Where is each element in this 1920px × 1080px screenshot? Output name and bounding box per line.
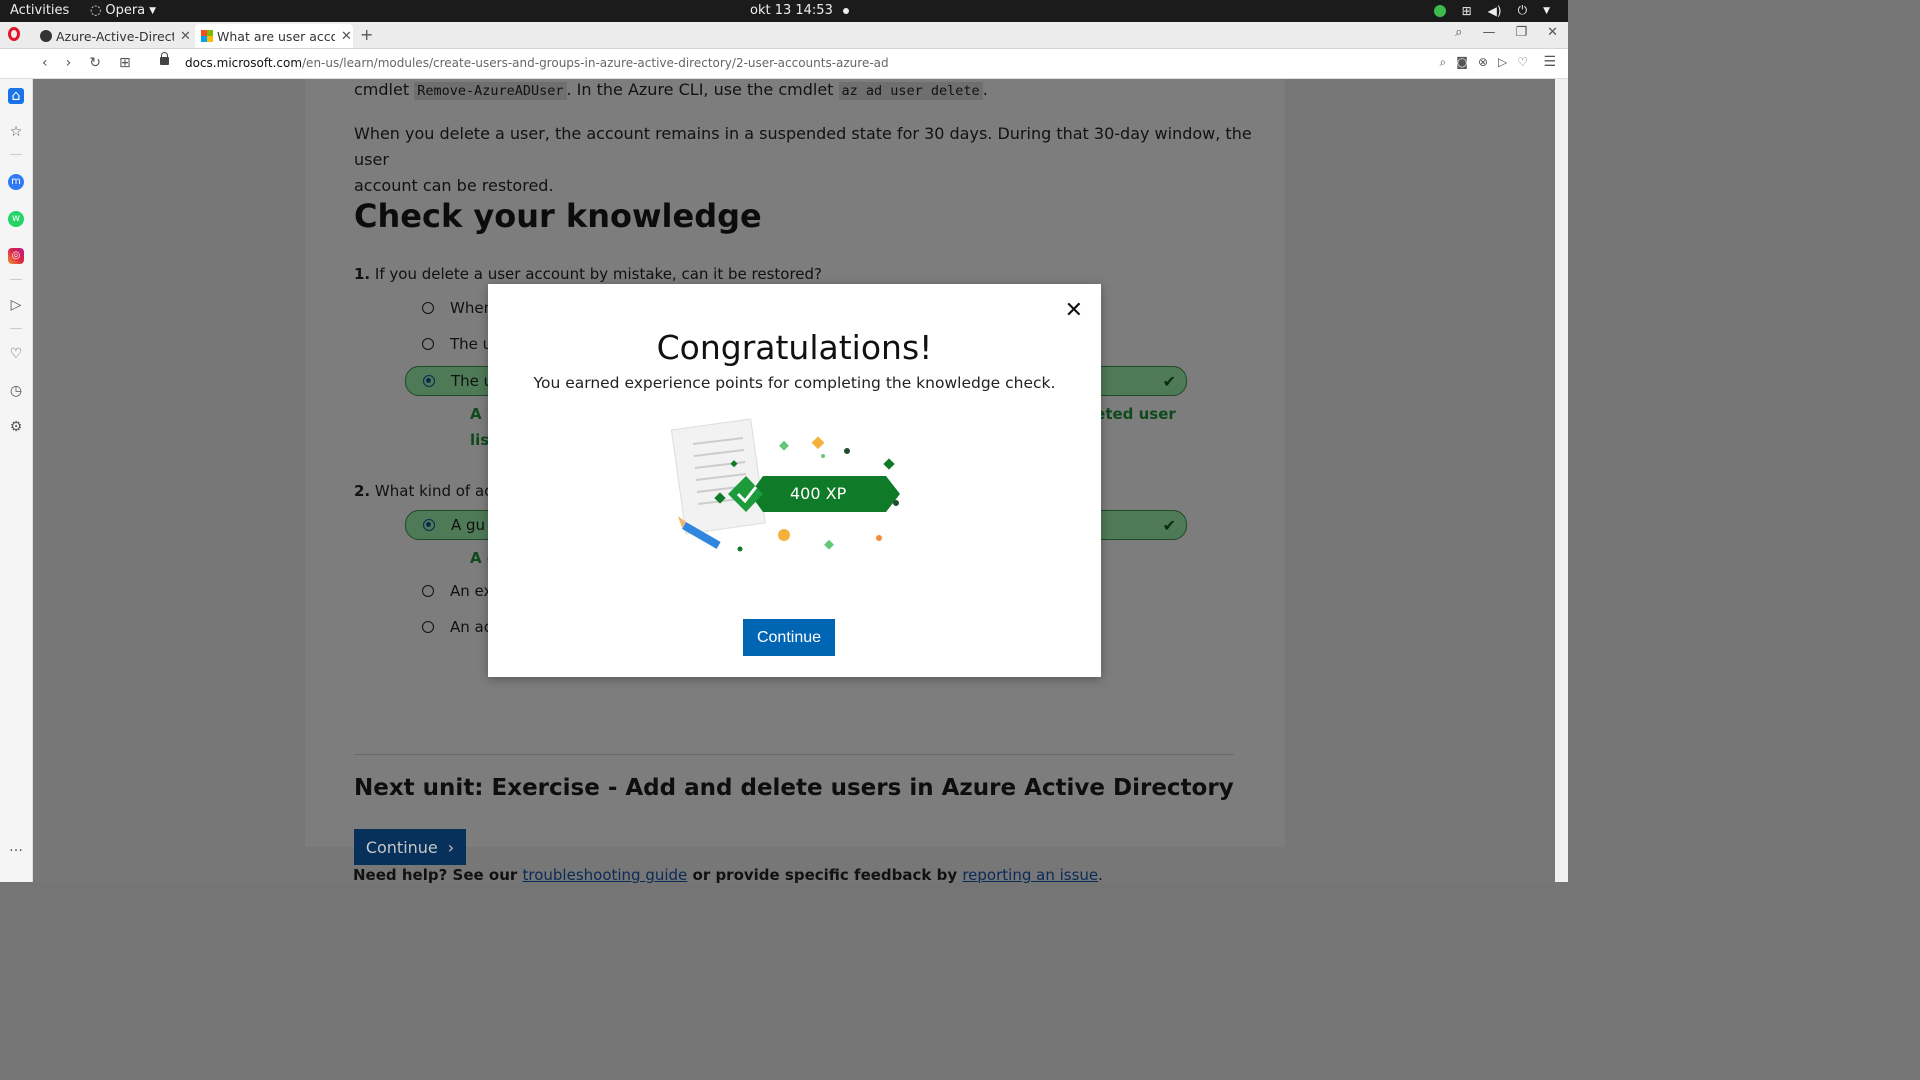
- history-icon[interactable]: ◷: [8, 383, 24, 399]
- help-line: Need help? See our troubleshooting guide…: [353, 866, 1103, 884]
- q1-feedback: leted user: [1090, 405, 1176, 423]
- lock-icon[interactable]: [160, 52, 169, 65]
- question-2: 2. What kind of acc: [354, 482, 501, 500]
- instagram-icon[interactable]: ◎: [8, 248, 24, 264]
- app-menu-label: Opera: [105, 3, 146, 18]
- whatsapp-icon[interactable]: w: [8, 211, 24, 227]
- camera-icon[interactable]: ◙: [1456, 55, 1468, 70]
- zoom-icon[interactable]: ⌕: [1440, 55, 1447, 70]
- section-heading: Check your knowledge: [354, 197, 762, 235]
- settings-gear-icon[interactable]: ⚙: [8, 419, 24, 435]
- power-icon: ⏻: [1517, 3, 1528, 17]
- continue-button[interactable]: Continue: [743, 619, 835, 656]
- home-icon[interactable]: ⌂: [8, 88, 24, 104]
- update-status-icon: [1433, 4, 1446, 17]
- inline-code: Remove-AzureADUser: [414, 82, 567, 100]
- heart-icon[interactable]: ♡: [8, 346, 24, 362]
- checkmark-icon: ✔: [1162, 515, 1176, 535]
- dialog-subtitle: You earned experience points for complet…: [533, 374, 1056, 392]
- radio-icon: [422, 621, 434, 633]
- clock[interactable]: okt 13 14:53: [750, 3, 849, 18]
- radio-icon: [422, 338, 434, 350]
- page-scrollbar[interactable]: [1555, 79, 1568, 882]
- inline-code: az ad user delete: [838, 82, 983, 100]
- dialog-title: Congratulations!: [656, 328, 933, 367]
- sidebar-separator: [10, 328, 22, 329]
- send-icon[interactable]: ▷: [1498, 55, 1507, 70]
- document-icon: [670, 418, 766, 535]
- back-icon[interactable]: ‹: [42, 55, 48, 71]
- radio-icon: [422, 585, 434, 597]
- question-1: 1. If you delete a user account by mista…: [354, 265, 823, 283]
- next-unit-title: Next unit: Exercise - Add and delete use…: [354, 775, 1234, 801]
- divider: [354, 754, 1234, 755]
- forward-icon[interactable]: ›: [66, 55, 72, 71]
- chevron-down-icon: ▼: [1543, 5, 1550, 16]
- url-field[interactable]: docs.microsoft.com/en-us/learn/modules/c…: [185, 56, 889, 70]
- easy-setup-icon[interactable]: ☰: [1543, 54, 1556, 70]
- reload-icon[interactable]: ↻: [89, 55, 101, 71]
- close-window-icon[interactable]: ✕: [1547, 25, 1558, 40]
- xp-amount: 400 XP: [790, 484, 847, 503]
- restore-icon[interactable]: ❐: [1515, 25, 1527, 40]
- close-icon[interactable]: ✕: [1065, 298, 1083, 323]
- article-paragraph: When you delete a user, the account rema…: [354, 124, 1252, 195]
- chevron-down-icon: ▼: [149, 5, 157, 16]
- search-tabs-icon[interactable]: ⌕: [1455, 25, 1462, 40]
- tab-user-accounts[interactable]: What are user accoun ✕: [195, 24, 353, 48]
- app-menu[interactable]: ◌ Opera ▼: [90, 3, 156, 18]
- radio-selected-icon: [423, 375, 435, 387]
- continue-button[interactable]: Continue ›: [354, 829, 466, 865]
- microsoft-icon: [201, 30, 213, 42]
- tab-grid-icon[interactable]: ⊞: [119, 55, 131, 71]
- more-icon[interactable]: …: [8, 839, 24, 855]
- messenger-icon[interactable]: m: [8, 174, 24, 190]
- address-actions: ⌕ ◙ ⊗ ▷ ♡: [1440, 55, 1528, 70]
- chevron-right-icon: ›: [447, 837, 455, 857]
- new-tab-button[interactable]: +: [360, 25, 373, 44]
- tab-bar: Azure-Active-Directo ✕ What are user acc…: [0, 22, 1568, 49]
- troubleshooting-link[interactable]: troubleshooting guide: [523, 866, 688, 884]
- report-issue-link[interactable]: reporting an issue: [962, 866, 1098, 884]
- volume-icon: ◀): [1487, 3, 1502, 18]
- address-bar: ‹ › ↻ ⊞ docs.microsoft.com/en-us/learn/m…: [0, 49, 1568, 79]
- bookmarks-icon[interactable]: ☆: [8, 124, 24, 140]
- sidebar-separator: [10, 154, 22, 155]
- sidebar-separator: [10, 279, 22, 280]
- congratulations-dialog: ✕ Congratulations! You earned experience…: [488, 284, 1101, 677]
- window-controls: ⌕ — ❐ ✕: [1455, 25, 1558, 40]
- tab-title: Azure-Active-Directo: [56, 28, 174, 44]
- close-tab-icon[interactable]: ✕: [180, 29, 191, 44]
- adblock-icon[interactable]: ⊗: [1478, 55, 1488, 70]
- flow-icon[interactable]: ▷: [8, 297, 24, 313]
- system-top-bar: Activities ◌ Opera ▼ okt 13 14:53 ⊞ ◀) ⏻…: [0, 0, 1568, 22]
- tab-azure-active-directory[interactable]: Azure-Active-Directo ✕: [34, 24, 192, 48]
- article-paragraph: cmdlet Remove-AzureADUser. In the Azure …: [354, 80, 988, 100]
- opera-sidebar: ⌂ ☆ m w ◎ ▷ ♡ ◷ ⚙ …: [0, 79, 33, 882]
- radio-selected-icon: [423, 519, 435, 531]
- tab-title: What are user accoun: [217, 28, 335, 44]
- checkmark-icon: ✔: [1162, 371, 1176, 391]
- system-tray[interactable]: ⊞ ◀) ⏻ ▼: [1433, 3, 1550, 18]
- opera-app-icon: ◌: [90, 3, 102, 18]
- radio-icon: [422, 302, 434, 314]
- activities-button[interactable]: Activities: [10, 3, 69, 18]
- opera-logo-icon[interactable]: [8, 27, 20, 41]
- close-tab-icon[interactable]: ✕: [341, 29, 352, 44]
- network-icon: ⊞: [1461, 3, 1472, 18]
- github-icon: [40, 30, 52, 42]
- minimize-icon[interactable]: —: [1482, 25, 1495, 40]
- notification-dot: [842, 7, 849, 14]
- heart-icon[interactable]: ♡: [1517, 55, 1528, 70]
- navigation-buttons: ‹ › ↻ ⊞: [42, 55, 131, 71]
